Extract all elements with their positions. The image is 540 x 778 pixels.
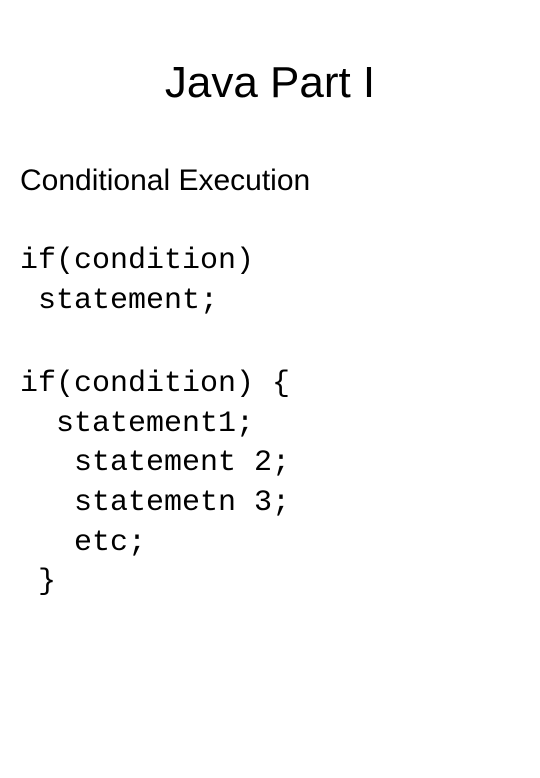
code-line: statement; — [20, 284, 218, 318]
code-line: if(condition) — [20, 244, 254, 278]
code-line: } — [20, 565, 56, 599]
code-line: statement 2; — [20, 446, 290, 480]
slide-subtitle: Conditional Execution — [20, 164, 540, 198]
slide: Java Part I Conditional Execution if(con… — [0, 58, 540, 778]
code-block-1: if(condition) statement; — [20, 242, 540, 321]
code-line: etc; — [20, 526, 146, 560]
slide-title: Java Part I — [0, 58, 540, 108]
code-line: statemetn 3; — [20, 486, 290, 520]
code-line: if(condition) { — [20, 367, 290, 401]
code-line: statement1; — [20, 407, 254, 441]
code-block-2: if(condition) { statement1; statement 2;… — [20, 365, 540, 603]
